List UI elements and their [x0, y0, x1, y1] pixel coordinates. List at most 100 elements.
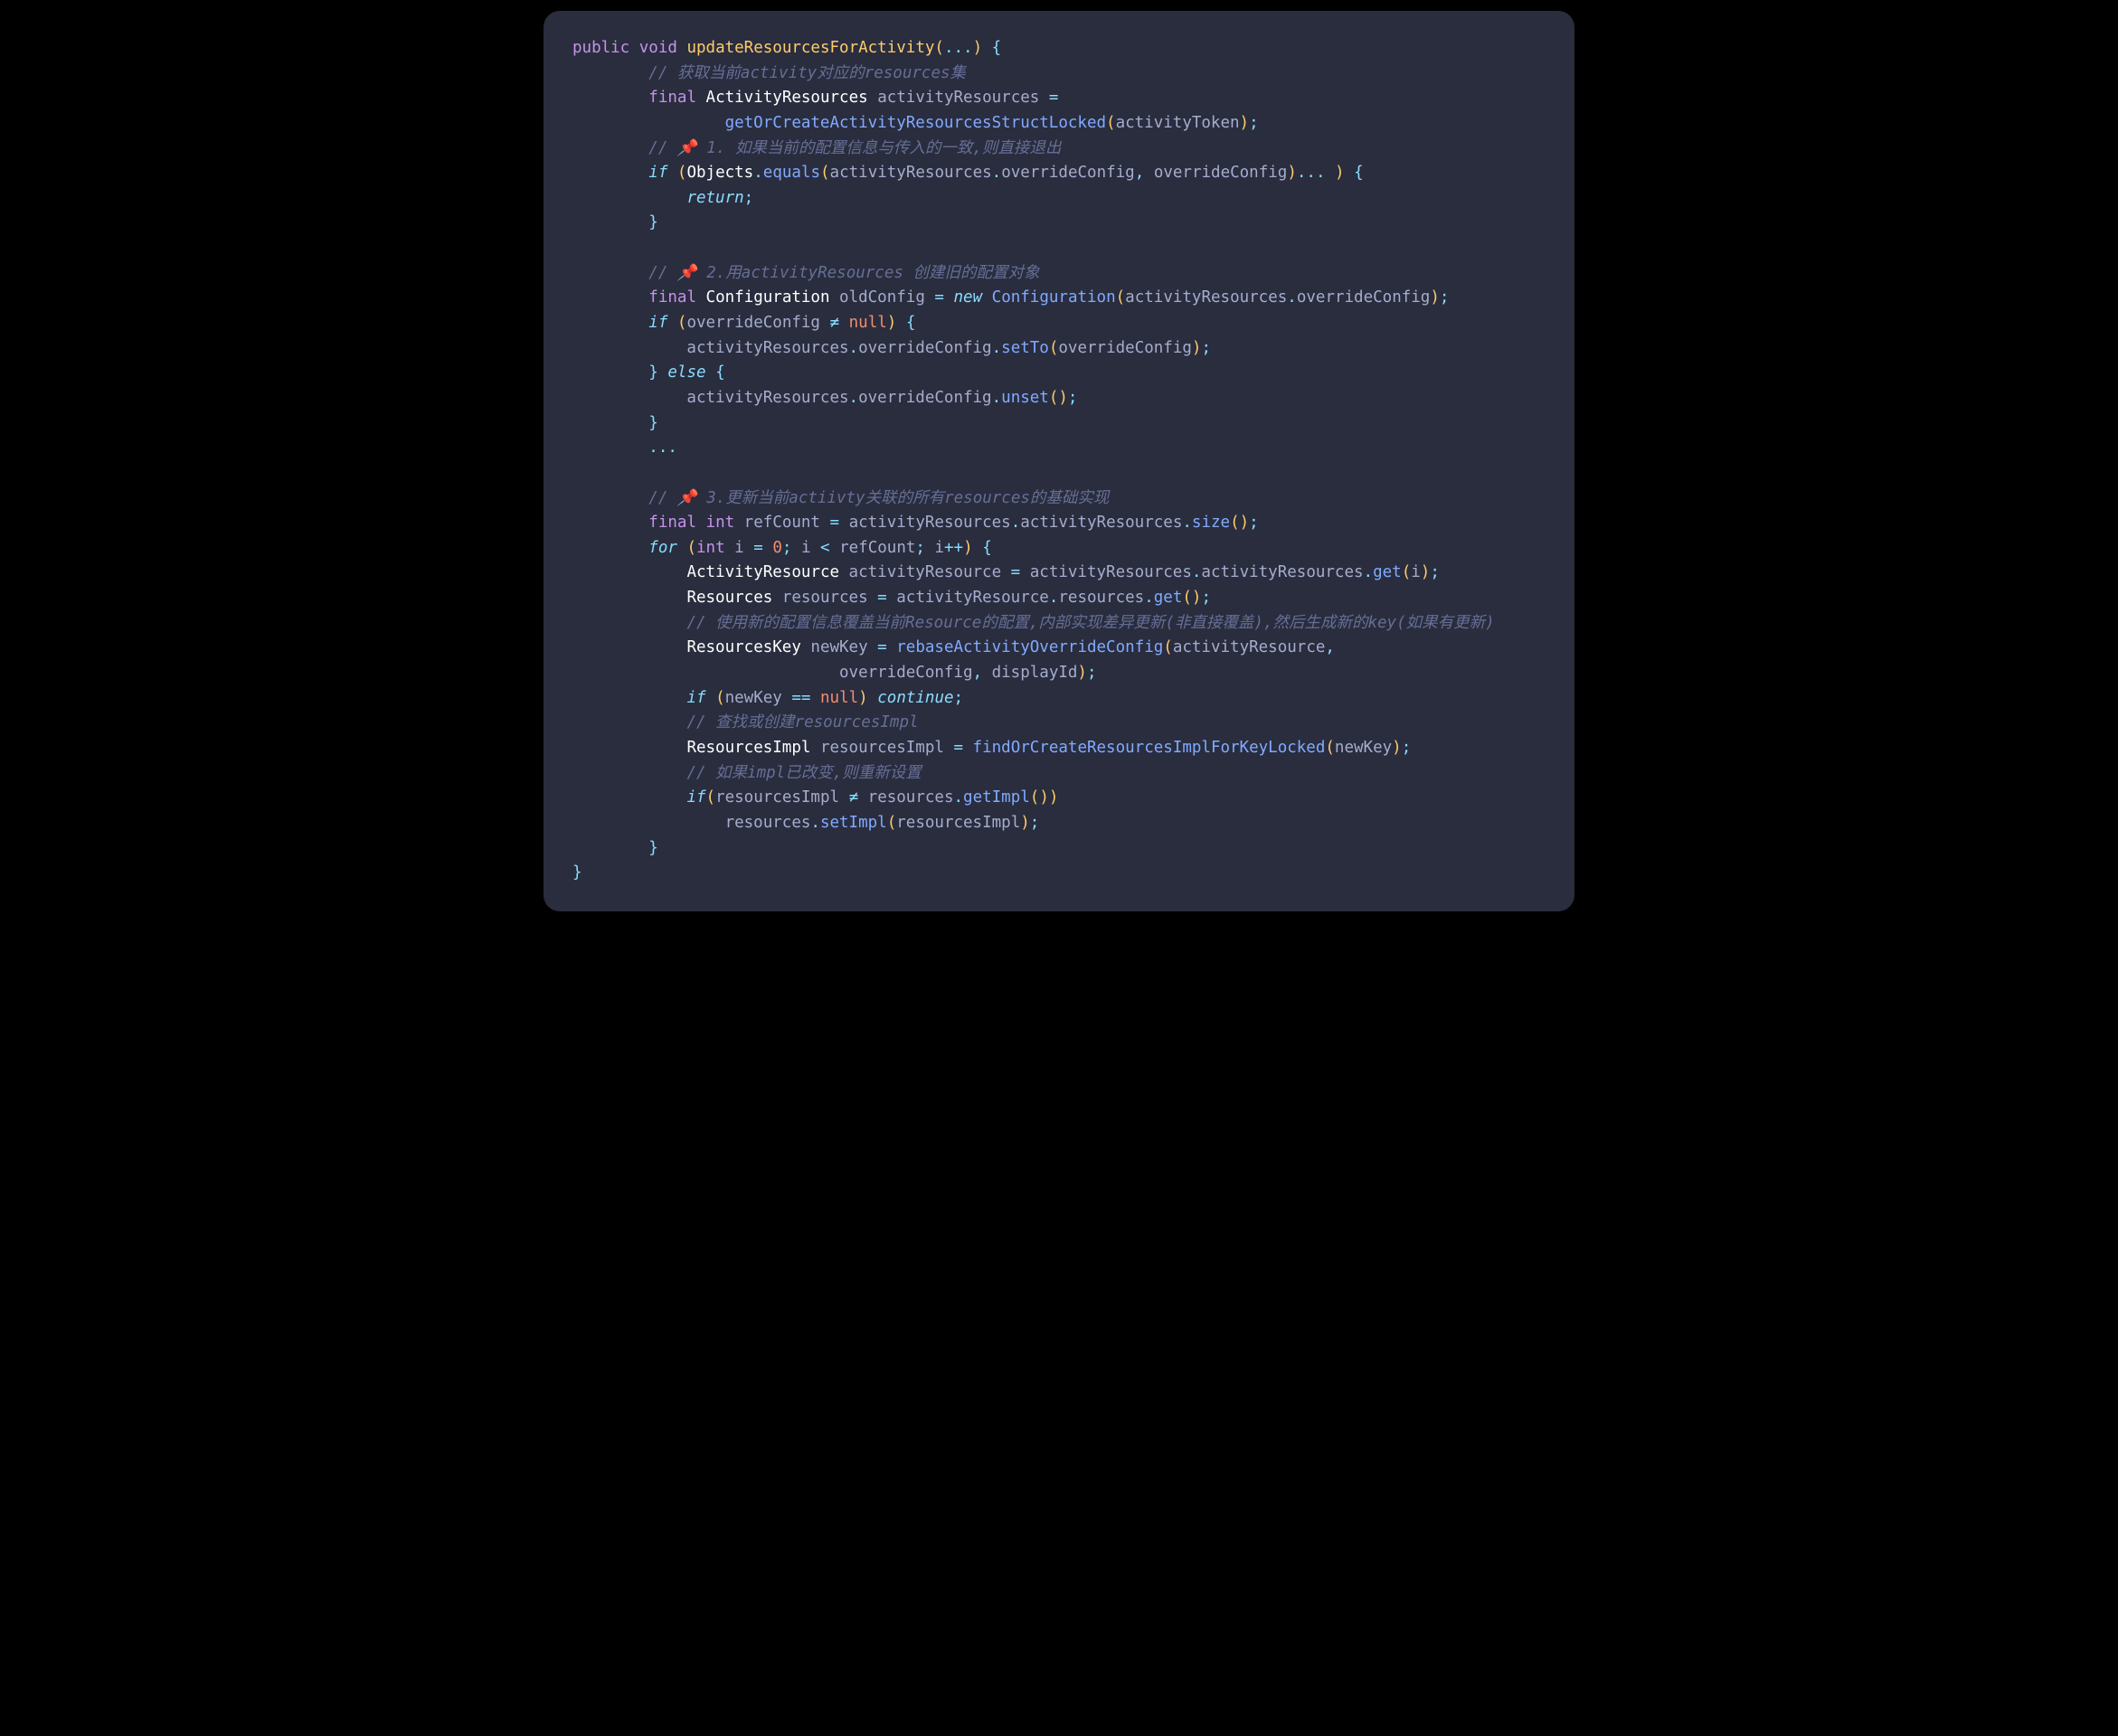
token-plain: activityResources	[572, 389, 849, 407]
token-plain	[572, 739, 686, 757]
token-plain	[572, 489, 648, 507]
token-paren: (	[706, 788, 716, 807]
token-op: ++	[944, 539, 963, 557]
token-plain	[572, 614, 686, 632]
token-punct: ;	[1249, 114, 1259, 132]
token-ident: activityResources	[1020, 514, 1182, 532]
token-paren: (	[1402, 563, 1412, 581]
token-paren: )	[963, 539, 973, 557]
token-paren: (	[887, 814, 897, 832]
token-plain	[696, 514, 706, 532]
token-kw-new: new	[954, 288, 983, 307]
token-ident: resourcesImpl	[715, 788, 839, 807]
token-kw-final: final	[648, 514, 696, 532]
token-punct: ,	[1135, 164, 1145, 182]
token-ident: overrideConfig	[1297, 288, 1431, 307]
token-paren: (	[677, 314, 687, 332]
token-paren: (	[1163, 638, 1173, 656]
token-punct: .	[953, 788, 963, 807]
token-fn-call: setImpl	[820, 814, 887, 832]
token-comment: // 查找或创建resourcesImpl	[686, 713, 918, 731]
token-kw-return: return	[686, 189, 743, 207]
token-paren: (	[1325, 739, 1335, 757]
token-paren: ()	[1182, 589, 1201, 607]
token-plain	[572, 539, 648, 557]
token-plain	[963, 739, 973, 757]
token-plain	[572, 264, 648, 282]
token-ident: activityResources	[1125, 288, 1287, 307]
token-ident: i	[1411, 563, 1421, 581]
token-paren: (	[715, 689, 725, 707]
token-paren: (	[1049, 339, 1059, 357]
token-plain	[696, 288, 706, 307]
token-plain	[572, 288, 648, 307]
token-punct: .	[1011, 514, 1021, 532]
token-plain	[572, 213, 648, 231]
token-plain	[572, 114, 725, 132]
token-brace: }	[648, 414, 658, 432]
token-plain	[572, 689, 686, 707]
token-punct: ;	[744, 189, 754, 207]
token-type: ActivityResource	[686, 563, 839, 581]
token-punct: ;	[1402, 739, 1412, 757]
token-plain	[820, 314, 830, 332]
token-plain: refCount	[830, 539, 916, 557]
token-plain	[973, 539, 983, 557]
token-plain: activityResources	[572, 339, 849, 357]
token-plain	[658, 363, 668, 382]
token-paren: ()	[1230, 514, 1249, 532]
token-plain	[572, 713, 686, 731]
token-paren: )	[1077, 664, 1087, 682]
token-plain	[868, 689, 878, 707]
token-fn-call: unset	[1001, 389, 1049, 407]
token-plain: activityResources	[868, 89, 1049, 107]
token-type: Objects	[686, 164, 753, 182]
token-paren: (	[677, 164, 687, 182]
token-fn-call: size	[1192, 514, 1230, 532]
token-punct: .	[849, 389, 859, 407]
token-kw-continue: continue	[877, 689, 953, 707]
token-fn-call: Configuration	[992, 288, 1116, 307]
token-punct: .	[992, 164, 1002, 182]
token-punct: ,	[1325, 638, 1335, 656]
token-op: =	[1049, 89, 1059, 107]
token-plain	[629, 39, 639, 57]
token-ident: overrideConfig	[858, 389, 992, 407]
token-op: =	[934, 288, 944, 307]
token-plain: oldConfig	[830, 288, 935, 307]
token-paren: (	[820, 164, 830, 182]
token-comment: // 📌 1. 如果当前的配置信息与传入的一致,则直接退出	[648, 139, 1061, 157]
token-op: ...	[1297, 164, 1326, 182]
token-type: ActivityResources	[706, 89, 868, 107]
token-op: =	[830, 514, 840, 532]
token-plain	[667, 164, 677, 182]
token-brace: {	[906, 314, 916, 332]
token-punct: .	[1364, 563, 1374, 581]
token-comment: // 📌 2.用activityResources 创建旧的配置对象	[648, 264, 1039, 282]
token-plain: resources	[858, 788, 953, 807]
token-fn-call: equals	[763, 164, 820, 182]
token-op: ≠	[830, 314, 840, 332]
token-ident: activityResources	[1201, 563, 1363, 581]
token-plain: overrideConfig	[1144, 164, 1287, 182]
token-plain	[572, 589, 686, 607]
token-fn-call: get	[1154, 589, 1183, 607]
token-punct: ;	[1201, 589, 1211, 607]
token-paren: (	[686, 539, 696, 557]
token-punct: ;	[1201, 339, 1211, 357]
token-paren: )	[1430, 288, 1440, 307]
token-paren: )	[1240, 114, 1250, 132]
token-kw-int: int	[696, 539, 725, 557]
token-plain	[572, 414, 648, 432]
token-ident: overrideConfig	[1001, 164, 1135, 182]
token-plain: activityResources	[839, 514, 1011, 532]
token-kw-if: if	[648, 314, 667, 332]
token-op: ...	[944, 39, 973, 57]
token-punct: .	[810, 814, 820, 832]
token-plain: overrideConfig	[572, 664, 973, 682]
token-plain: i	[791, 539, 820, 557]
token-plain	[572, 189, 686, 207]
token-plain: resources	[572, 814, 810, 832]
token-plain	[572, 764, 686, 782]
token-plain	[572, 439, 648, 457]
